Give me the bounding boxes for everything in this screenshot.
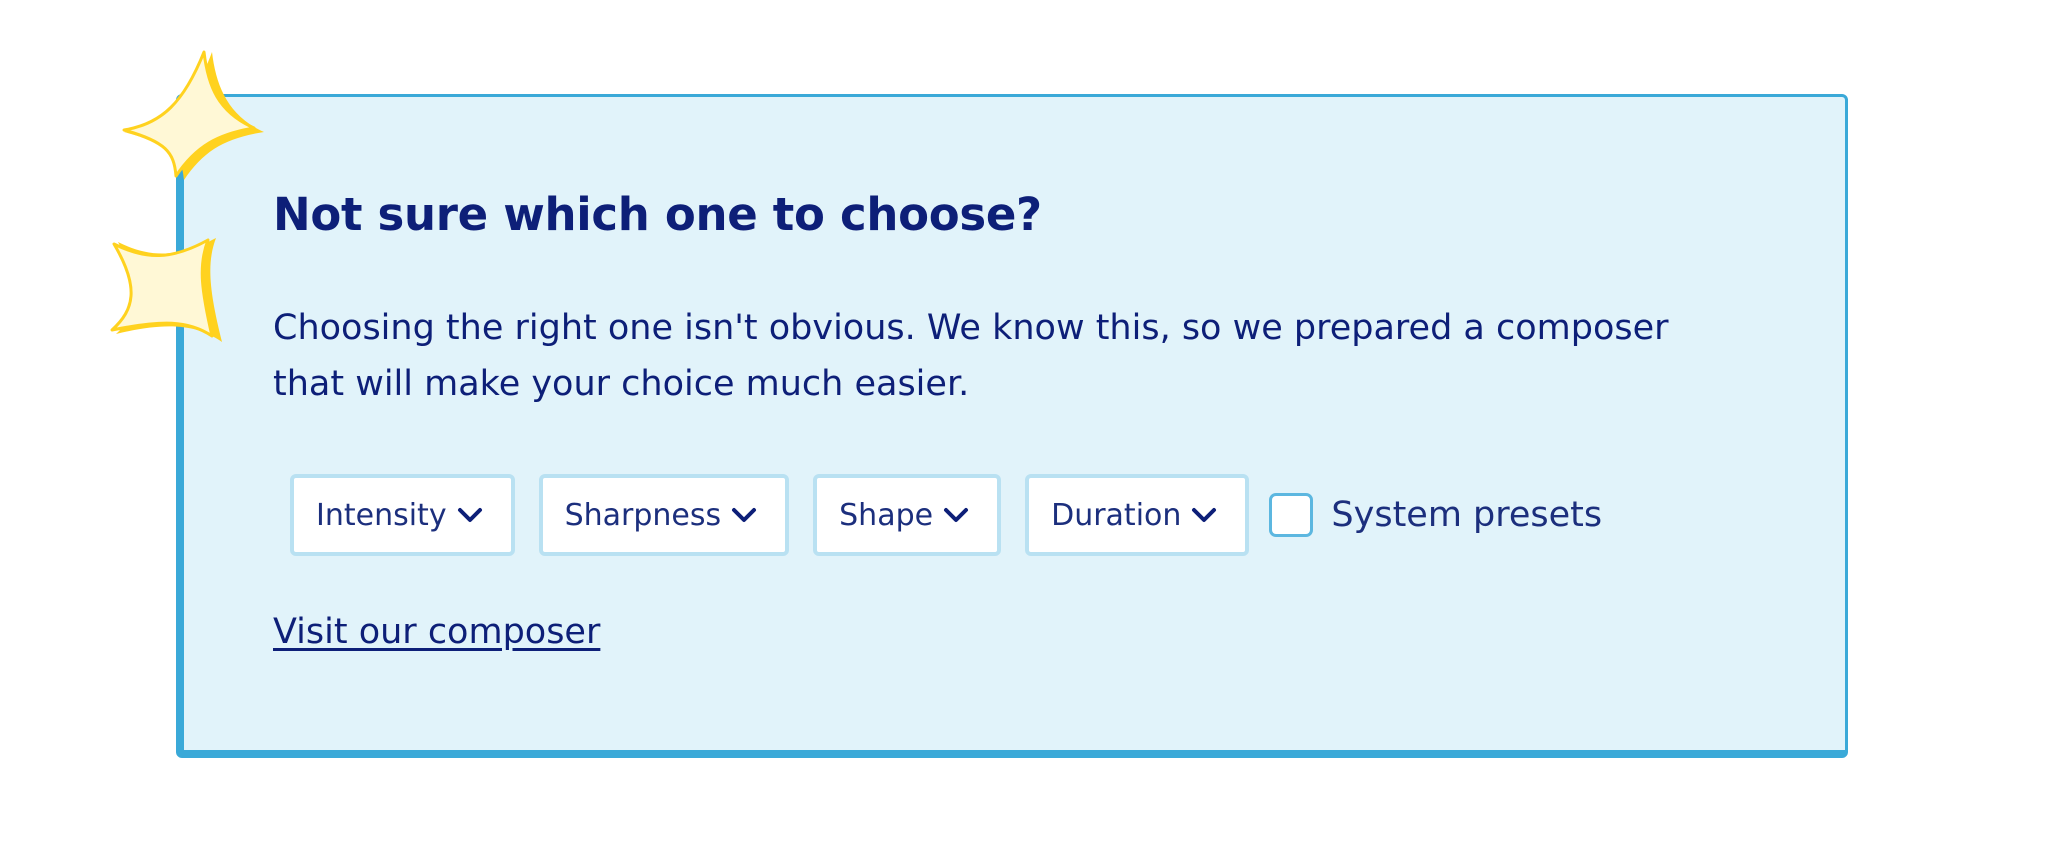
page: Not sure which one to choose? Choosing t… <box>0 0 2048 862</box>
card-description: Choosing the right one isn't obvious. We… <box>273 308 1669 404</box>
star-icon <box>110 238 222 342</box>
system-presets-toggle[interactable]: System presets <box>1269 493 1602 537</box>
dropdown-label: Intensity <box>316 497 447 533</box>
chevron-down-icon <box>731 507 757 523</box>
visit-composer-link[interactable]: Visit our composer <box>273 612 600 652</box>
system-presets-checkbox[interactable] <box>1269 493 1314 537</box>
chevron-down-icon <box>1191 507 1217 523</box>
card-title: Not sure which one to choose? <box>273 188 1042 241</box>
sharpness-dropdown[interactable]: Sharpness <box>538 474 790 556</box>
system-presets-label: System presets <box>1331 495 1603 535</box>
dropdown-label: Sharpness <box>564 497 722 533</box>
filter-controls: Intensity Sharpness Shape Duration Syste… <box>290 472 1602 558</box>
shape-dropdown[interactable]: Shape <box>813 474 1002 556</box>
duration-dropdown[interactable]: Duration <box>1025 474 1250 556</box>
chevron-down-icon <box>943 507 969 523</box>
chevron-down-icon <box>457 507 483 523</box>
dropdown-label: Shape <box>839 497 934 533</box>
star-icon <box>122 50 264 180</box>
dropdown-label: Duration <box>1051 497 1182 533</box>
intensity-dropdown[interactable]: Intensity <box>290 474 515 556</box>
